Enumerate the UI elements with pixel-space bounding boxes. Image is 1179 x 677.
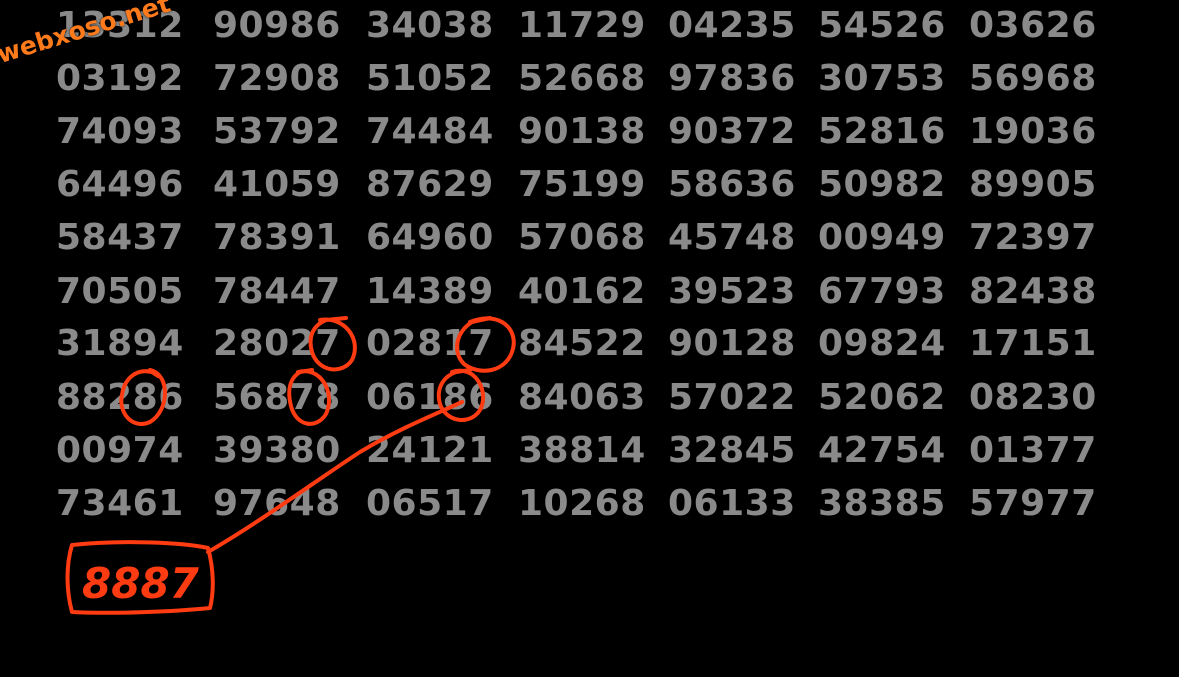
grid-number-cell: 19036 <box>969 111 1097 152</box>
grid-number-cell: 50982 <box>818 164 946 205</box>
grid-number-cell: 58437 <box>56 217 184 258</box>
grid-number-cell: 02817 <box>366 323 494 364</box>
grid-number-cell: 28027 <box>213 323 341 364</box>
grid-number-cell: 88286 <box>56 377 184 418</box>
grid-number-cell: 39523 <box>668 271 796 312</box>
number-grid: 13312 90986 34038 11729 04235 54526 03626 03192… <box>0 0 1179 677</box>
grid-number-cell: 52062 <box>818 377 946 418</box>
grid-number-cell: 54526 <box>818 5 946 46</box>
grid-number-cell: 30753 <box>818 58 946 99</box>
grid-number-cell: 70505 <box>56 271 184 312</box>
grid-number-cell: 74484 <box>366 111 494 152</box>
grid-number-cell: 14389 <box>366 271 494 312</box>
grid-number-cell: 78391 <box>213 217 341 258</box>
grid-number-cell: 74093 <box>56 111 184 152</box>
grid-number-cell: 03626 <box>969 5 1097 46</box>
grid-number-cell: 06133 <box>668 483 796 524</box>
grid-number-cell: 57068 <box>518 217 646 258</box>
grid-number-cell: 06517 <box>366 483 494 524</box>
grid-number-cell: 03192 <box>56 58 184 99</box>
grid-number-cell: 08230 <box>969 377 1097 418</box>
grid-number-cell: 89905 <box>969 164 1097 205</box>
grid-number-cell: 38385 <box>818 483 946 524</box>
grid-number-cell: 73461 <box>56 483 184 524</box>
grid-number-cell: 34038 <box>366 5 494 46</box>
grid-number-cell: 97836 <box>668 58 796 99</box>
grid-number-cell: 11729 <box>518 5 646 46</box>
grid-number-cell: 45748 <box>668 217 796 258</box>
grid-number-cell: 64960 <box>366 217 494 258</box>
grid-number-cell: 00949 <box>818 217 946 258</box>
grid-number-cell: 01377 <box>969 430 1097 471</box>
grid-number-cell: 87629 <box>366 164 494 205</box>
grid-number-cell: 38814 <box>518 430 646 471</box>
grid-number-cell: 84522 <box>518 323 646 364</box>
grid-number-cell: 04235 <box>668 5 796 46</box>
grid-number-cell: 82438 <box>969 271 1097 312</box>
grid-number-cell: 72908 <box>213 58 341 99</box>
grid-number-cell: 51052 <box>366 58 494 99</box>
grid-number-cell: 58636 <box>668 164 796 205</box>
grid-number-cell: 06186 <box>366 377 494 418</box>
grid-number-cell: 90138 <box>518 111 646 152</box>
grid-number-cell: 84063 <box>518 377 646 418</box>
grid-number-cell: 64496 <box>56 164 184 205</box>
grid-number-cell: 53792 <box>213 111 341 152</box>
grid-number-cell: 24121 <box>366 430 494 471</box>
grid-number-cell: 72397 <box>969 217 1097 258</box>
grid-number-cell: 52816 <box>818 111 946 152</box>
grid-number-cell: 97648 <box>213 483 341 524</box>
grid-number-cell: 90372 <box>668 111 796 152</box>
grid-number-cell: 31894 <box>56 323 184 364</box>
grid-number-cell: 90128 <box>668 323 796 364</box>
grid-number-cell: 56968 <box>969 58 1097 99</box>
grid-number-cell: 57022 <box>668 377 796 418</box>
grid-number-cell: 78447 <box>213 271 341 312</box>
grid-number-cell: 75199 <box>518 164 646 205</box>
grid-number-cell: 00974 <box>56 430 184 471</box>
grid-number-cell: 42754 <box>818 430 946 471</box>
grid-number-cell: 17151 <box>969 323 1097 364</box>
grid-number-cell: 90986 <box>213 5 341 46</box>
grid-number-cell: 09824 <box>818 323 946 364</box>
grid-number-cell: 57977 <box>969 483 1097 524</box>
grid-number-cell: 40162 <box>518 271 646 312</box>
grid-number-cell: 32845 <box>668 430 796 471</box>
grid-number-cell: 41059 <box>213 164 341 205</box>
grid-number-cell: 67793 <box>818 271 946 312</box>
grid-number-cell: 56878 <box>213 377 341 418</box>
grid-number-cell: 10268 <box>518 483 646 524</box>
number-grid-image: 13312 90986 34038 11729 04235 54526 03626 03192… <box>0 0 1179 677</box>
grid-number-cell: 39380 <box>213 430 341 471</box>
grid-number-cell: 52668 <box>518 58 646 99</box>
